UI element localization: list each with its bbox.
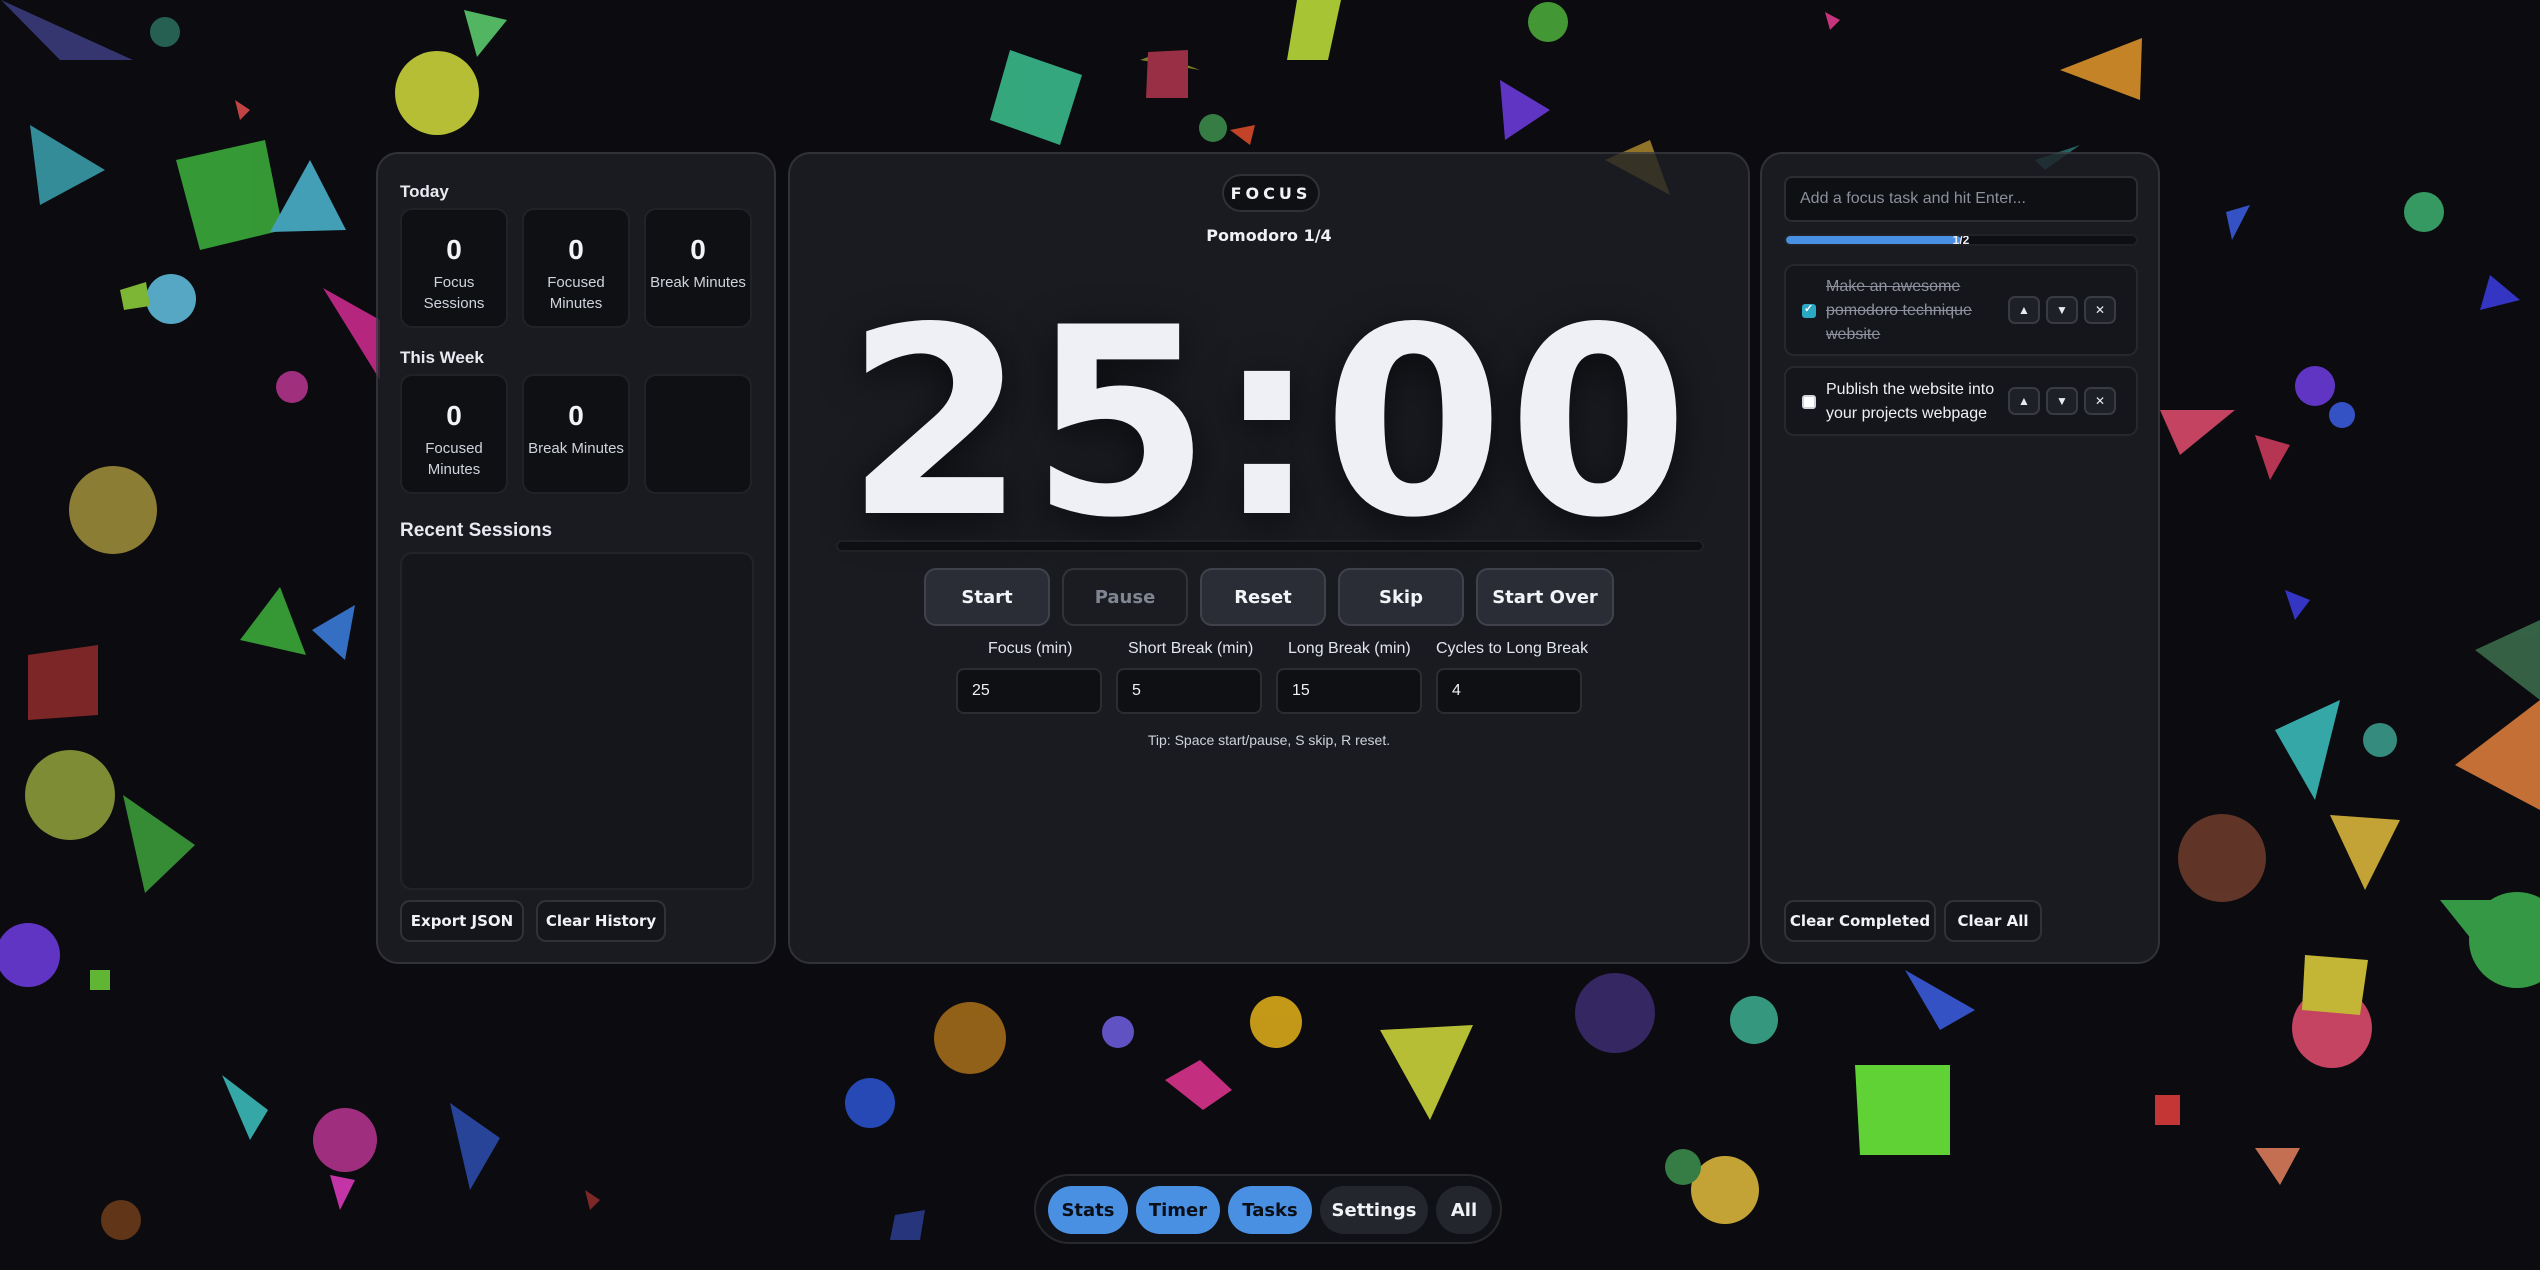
- reset-button[interactable]: Reset: [1200, 568, 1326, 626]
- clear-all-button[interactable]: Clear All: [1944, 900, 2042, 942]
- stat-label: Focused Minutes: [425, 440, 483, 478]
- nav-timer[interactable]: Timer: [1136, 1186, 1220, 1234]
- focus-min-label: Focus (min): [988, 640, 1073, 657]
- timer-panel: FOCUS Pomodoro 1/4 25:00 Start Pause Res…: [788, 152, 1750, 964]
- short-break-input[interactable]: [1116, 668, 1262, 714]
- recent-sessions-list[interactable]: [400, 552, 754, 890]
- start-over-button[interactable]: Start Over: [1476, 568, 1614, 626]
- timer-progress-bar: [836, 540, 1704, 552]
- long-break-label: Long Break (min): [1288, 640, 1411, 657]
- start-button[interactable]: Start: [924, 568, 1050, 626]
- stat-label: Break Minutes: [528, 440, 624, 457]
- clear-completed-button[interactable]: Clear Completed: [1784, 900, 1936, 942]
- stat-card-empty: [644, 374, 752, 494]
- stat-value: 0: [446, 234, 462, 265]
- cycle-label: Pomodoro 1/4: [1206, 226, 1332, 245]
- stat-value: 0: [568, 234, 584, 265]
- close-icon[interactable]: ✕: [2084, 296, 2116, 324]
- cycles-input[interactable]: [1436, 668, 1582, 714]
- stat-card-week-focused-minutes: 0 Focused Minutes: [400, 374, 508, 494]
- nav-tasks[interactable]: Tasks: [1228, 1186, 1312, 1234]
- stat-card-week-break-minutes: 0 Break Minutes: [522, 374, 630, 494]
- pause-button[interactable]: Pause: [1062, 568, 1188, 626]
- task-item: Make an awesome pomodoro technique websi…: [1784, 264, 2138, 356]
- long-break-input[interactable]: [1276, 668, 1422, 714]
- nav-settings[interactable]: Settings: [1320, 1186, 1428, 1234]
- cycles-label: Cycles to Long Break: [1436, 640, 1589, 657]
- chevron-down-icon[interactable]: ▼: [2046, 387, 2078, 415]
- stat-card-focused-minutes: 0 Focused Minutes: [522, 208, 630, 328]
- nav-stats[interactable]: Stats: [1048, 1186, 1128, 1234]
- today-label: Today: [400, 182, 449, 201]
- stat-card-break-minutes: 0 Break Minutes: [644, 208, 752, 328]
- chevron-up-icon[interactable]: ▲: [2008, 296, 2040, 324]
- keyboard-tip: Tip: Space start/pause, S skip, R reset.: [1147, 732, 1391, 748]
- stats-panel: Today 0 Focus Sessions 0 Focused Minutes…: [376, 152, 776, 964]
- time-display: 25:00: [845, 273, 1693, 575]
- task-item: Publish the website into your projects w…: [1784, 366, 2138, 436]
- clear-history-button[interactable]: Clear History: [536, 900, 666, 942]
- this-week-label: This Week: [400, 348, 484, 367]
- stat-value: 0: [568, 400, 584, 431]
- stat-label: Focused Minutes: [547, 274, 605, 312]
- stat-label: Break Minutes: [650, 274, 746, 291]
- task-progress-text: 1/2: [1952, 234, 1970, 246]
- export-json-button[interactable]: Export JSON: [400, 900, 524, 942]
- short-break-label: Short Break (min): [1128, 640, 1254, 657]
- nav-all[interactable]: All: [1436, 1186, 1492, 1234]
- tasks-panel: 1/2 Make an awesome pomodoro technique w…: [1760, 152, 2160, 964]
- stat-value: 0: [690, 234, 706, 265]
- recent-sessions-title: Recent Sessions: [400, 520, 553, 541]
- task-input[interactable]: [1784, 176, 2138, 222]
- skip-button[interactable]: Skip: [1338, 568, 1464, 626]
- task-checkbox[interactable]: [1802, 395, 1816, 409]
- chevron-down-icon[interactable]: ▼: [2046, 296, 2078, 324]
- task-text: Publish the website into your projects w…: [1826, 381, 1995, 422]
- task-checkbox[interactable]: [1802, 302, 1816, 318]
- stat-label: Focus Sessions: [423, 274, 485, 312]
- mode-badge: FOCUS: [1222, 174, 1320, 212]
- stat-value: 0: [446, 400, 462, 431]
- task-progress-bar: 1/2: [1784, 234, 2138, 246]
- chevron-up-icon[interactable]: ▲: [2008, 387, 2040, 415]
- bottom-nav: Stats Timer Tasks Settings All: [1034, 1174, 1502, 1244]
- stat-card-focus-sessions: 0 Focus Sessions: [400, 208, 508, 328]
- focus-min-input[interactable]: [956, 668, 1102, 714]
- close-icon[interactable]: ✕: [2084, 387, 2116, 415]
- task-text: Make an awesome pomodoro technique websi…: [1826, 278, 1972, 343]
